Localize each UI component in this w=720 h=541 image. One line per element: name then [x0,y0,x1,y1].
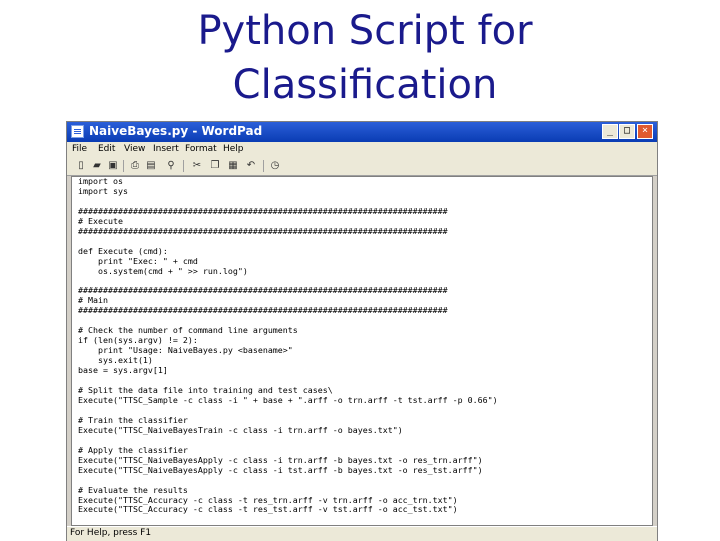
menu-bar: File Edit View Insert Format Help [67,142,657,158]
code-line: if (len(sys.argv) != 2): [78,335,198,346]
code-line: def Execute (cmd): [78,245,168,256]
open-icon[interactable]: ▰ [91,160,103,172]
copy-icon[interactable]: ❐ [209,160,221,172]
code-line: Execute("TTSC_NaiveBayesApply -c class -… [78,454,483,465]
print-preview-icon[interactable]: ▤ [145,160,157,172]
status-text: For Help, press F1 [70,528,152,538]
menu-format[interactable]: Format [185,144,217,154]
code-line: ########################################… [78,205,448,216]
wordpad-window: NaiveBayes.py - WordPad _ □ × File Edit … [66,121,658,541]
code-line: Execute("TTSC_NaiveBayesApply -c class -… [78,464,483,475]
code-text[interactable]: import os import sys ###################… [78,177,498,515]
toolbar: ▯ ▰ ▣ ⎙ ▤ ⚲ ✂ ❐ ▦ ↶ ◷ [67,158,657,176]
document-area[interactable]: import os import sys ###################… [71,176,653,526]
menu-insert[interactable]: Insert [153,144,179,154]
code-line: ########################################… [78,225,448,236]
close-button[interactable]: × [637,124,653,139]
code-line: Execute("TTSC_Accuracy -c class -t res_t… [78,504,458,515]
toolbar-separator [263,160,264,172]
code-line: Execute("TTSC_NaiveBayesTrain -c class -… [78,424,403,435]
window-title: NaiveBayes.py - WordPad [89,124,263,138]
code-line: # Evaluate the results [78,484,188,495]
code-line: import os [78,176,123,186]
code-line: # Main [78,295,108,306]
new-icon[interactable]: ▯ [75,160,87,172]
code-line: ########################################… [78,285,448,296]
slide-title-line2: Classification [232,62,498,108]
menu-file[interactable]: File [72,144,87,154]
code-line: import sys [78,185,128,196]
code-line: print "Exec: " + cmd [78,255,198,266]
wordpad-app-icon[interactable] [71,125,84,138]
paste-icon[interactable]: ▦ [227,160,239,172]
code-line: # Split the data file into training and … [78,385,333,396]
code-line: # Check the number of command line argum… [78,325,298,336]
toolbar-separator [123,160,124,172]
menu-help[interactable]: Help [223,144,244,154]
slide-title-line1: Python Script for [197,8,533,54]
code-line: # Execute [78,215,123,226]
find-icon[interactable]: ⚲ [165,160,177,172]
code-line: sys.exit(1) [78,355,153,366]
menu-view[interactable]: View [124,144,145,154]
code-line: # Train the classifier [78,414,188,425]
menu-edit[interactable]: Edit [98,144,115,154]
date-time-icon[interactable]: ◷ [269,160,281,172]
code-line: ########################################… [78,305,448,316]
slide-title: Python Script for Classification [130,4,600,112]
print-icon[interactable]: ⎙ [129,160,141,172]
title-bar[interactable]: NaiveBayes.py - WordPad _ □ × [67,122,657,142]
status-bar: For Help, press F1 [67,526,657,541]
toolbar-separator [183,160,184,172]
code-line: os.system(cmd + " >> run.log") [78,265,248,276]
code-line: Execute("TTSC_Sample -c class -i " + bas… [78,394,498,405]
code-line: print "Usage: NaiveBayes.py <basename>" [78,345,293,356]
code-line: Execute("TTSC_Accuracy -c class -t res_t… [78,494,458,505]
undo-icon[interactable]: ↶ [245,160,257,172]
save-icon[interactable]: ▣ [107,160,119,172]
code-line: base = sys.argv[1] [78,365,168,376]
cut-icon[interactable]: ✂ [191,160,203,172]
maximize-button[interactable]: □ [619,124,635,139]
minimize-button[interactable]: _ [602,124,618,139]
code-line: # Apply the classifier [78,444,188,455]
